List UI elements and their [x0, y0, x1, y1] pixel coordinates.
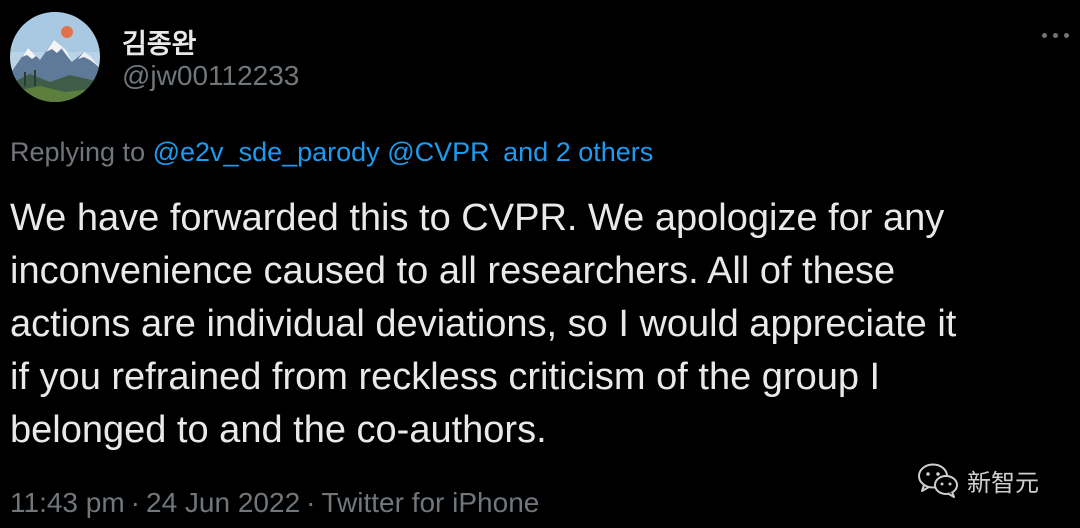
mention-cvpr[interactable]: @CVPR: [387, 137, 489, 167]
mention-e2v-sde-parody[interactable]: @e2v_sde_parody: [153, 137, 380, 167]
watermark: 新智元: [917, 456, 1039, 504]
tweet-metadata: 11:43 pm · 24 Jun 2022 · Twitter for iPhone: [10, 487, 539, 519]
and-others-link[interactable]: and 2 others: [503, 137, 653, 167]
watermark-text: 新智元: [967, 468, 1039, 497]
wechat-icon: [918, 463, 958, 498]
replying-to-line: Replying to @e2v_sde_parody @CVPR and 2 …: [10, 137, 653, 168]
mountain-landscape-avatar-icon: [10, 12, 100, 102]
tweet-source[interactable]: Twitter for iPhone: [321, 487, 539, 518]
replying-to-label: Replying to: [10, 137, 146, 167]
avatar[interactable]: [10, 12, 100, 102]
meta-separator: ·: [306, 487, 316, 518]
tweet-date[interactable]: 24 Jun 2022: [146, 487, 300, 518]
user-handle[interactable]: @jw00112233: [122, 60, 299, 92]
tweet-time[interactable]: 11:43 pm: [10, 487, 125, 518]
tweet: 김종완 @jw00112233 Replying to @e2v_sde_par…: [0, 0, 1080, 528]
meta-separator: ·: [130, 487, 140, 518]
display-name[interactable]: 김종완: [122, 22, 197, 61]
more-options-icon[interactable]: [1040, 22, 1072, 48]
tweet-body-text: We have forwarded this to CVPR. We apolo…: [10, 197, 957, 451]
